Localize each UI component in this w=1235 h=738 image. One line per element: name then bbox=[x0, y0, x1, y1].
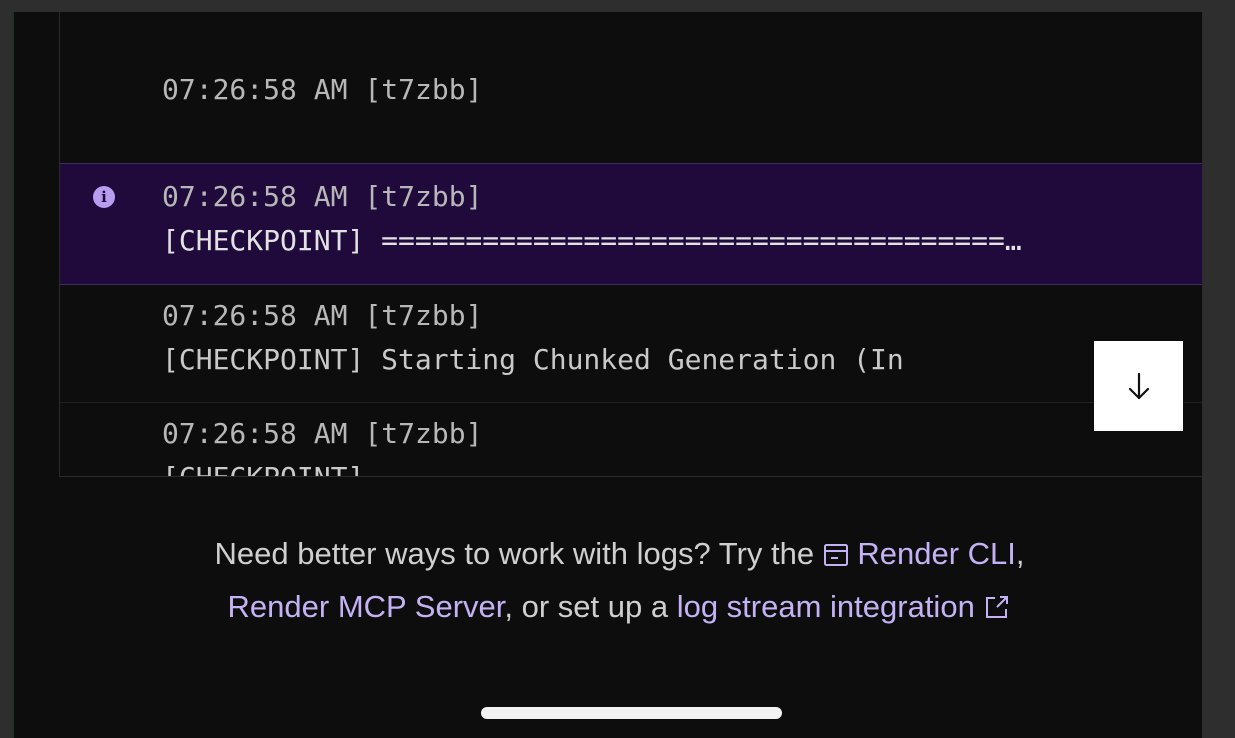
log-timestamp: 07:26:58 AM bbox=[162, 73, 348, 106]
log-header: 07:26:58 AM [t7zbb] bbox=[162, 175, 482, 218]
terminal-window-icon bbox=[823, 533, 849, 582]
log-row[interactable]: 07:26:58 AM [t7zbb] bbox=[60, 56, 1202, 165]
log-stream-integration-link[interactable]: log stream integration bbox=[677, 589, 1012, 624]
render-cli-label: Render CLI bbox=[857, 536, 1016, 571]
log-message: [CHECKPOINT] ===========================… bbox=[162, 224, 1022, 257]
log-header: 07:26:58 AM [t7zbb] bbox=[162, 294, 482, 337]
log-message: [CHECKPOINT] Starting Chunked Generation… bbox=[162, 343, 904, 376]
log-instance: [t7zbb] bbox=[364, 417, 483, 450]
log-header: 07:26:58 AM [t7zbb] bbox=[162, 412, 482, 455]
log-timestamp: 07:26:58 AM bbox=[162, 299, 348, 332]
log-timestamp: 07:26:58 AM bbox=[162, 180, 348, 213]
log-instance: [t7zbb] bbox=[364, 180, 483, 213]
hint-text-2: , or set up a bbox=[504, 589, 677, 624]
log-header: 07:26:58 AM [t7zbb] bbox=[162, 68, 482, 111]
home-indicator[interactable] bbox=[481, 707, 782, 719]
info-icon: i bbox=[93, 186, 115, 208]
hint-text: Need better ways to work with logs? Try … bbox=[214, 536, 823, 571]
log-row-highlighted[interactable]: i 07:26:58 AM [t7zbb] [CHECKPOINT] ======… bbox=[60, 163, 1202, 285]
render-mcp-server-link[interactable]: Render MCP Server bbox=[228, 589, 505, 624]
logs-page: 07:26:58 AM [t7zbb] i 07:26:58 AM [t7zbb] … bbox=[12, 12, 1203, 738]
arrow-down-icon bbox=[1128, 372, 1149, 400]
render-cli-link[interactable]: Render CLI bbox=[823, 536, 1016, 571]
log-row[interactable]: 07:26:58 AM [t7zbb] [CHECKPOINT] Starting… bbox=[60, 285, 1202, 403]
hint-separator: , bbox=[1015, 536, 1025, 571]
logs-tools-hint: Need better ways to work with logs? Try … bbox=[2, 529, 1235, 635]
log-message: [CHECKPOINT] bbox=[162, 456, 364, 476]
log-instance: [t7zbb] bbox=[364, 73, 483, 106]
log-stream-label: log stream integration bbox=[676, 589, 975, 624]
scroll-to-bottom-button[interactable] bbox=[1094, 341, 1183, 431]
log-timestamp: 07:26:58 AM bbox=[162, 417, 348, 450]
log-instance: [t7zbb] bbox=[364, 299, 483, 332]
external-link-icon bbox=[983, 586, 1011, 635]
log-row[interactable]: 07:26:58 AM [t7zbb] [CHECKPOINT] bbox=[60, 403, 1202, 476]
screen-frame: 07:26:58 AM [t7zbb] i 07:26:58 AM [t7zbb] … bbox=[0, 0, 1235, 738]
log-viewer[interactable]: 07:26:58 AM [t7zbb] i 07:26:58 AM [t7zbb] … bbox=[59, 12, 1203, 477]
